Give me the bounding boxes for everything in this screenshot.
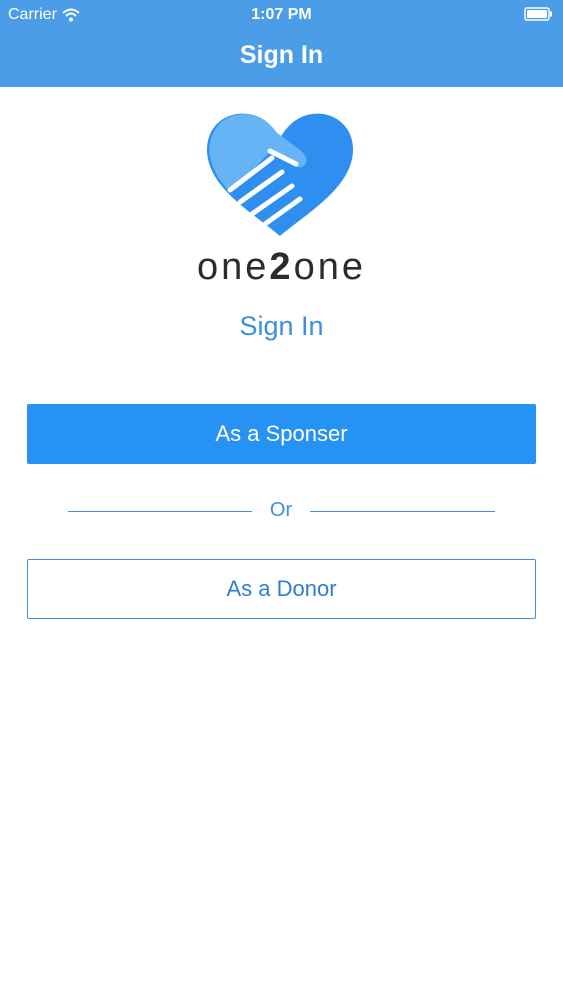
page-title: Sign In (239, 41, 324, 69)
sign-in-screen: Carrier 1:07 PM Sign In one2one Sign In … (0, 0, 563, 1000)
brand-suffix: one (293, 246, 366, 288)
navigation-bar: Carrier 1:07 PM Sign In (0, 0, 563, 87)
divider-right (310, 511, 495, 512)
sign-in-donor-button[interactable]: As a Donor (27, 559, 536, 619)
brand-number: 2 (269, 246, 294, 288)
brand-wordmark: one2one (0, 246, 563, 289)
status-bar: Carrier 1:07 PM (0, 0, 563, 30)
battery-icon (524, 7, 552, 21)
brand-prefix: one (197, 246, 270, 288)
clock: 1:07 PM (251, 6, 312, 23)
sign-in-heading: Sign In (239, 311, 324, 341)
divider-label: Or (269, 499, 293, 521)
sign-in-sponsor-button[interactable]: As a Sponser (27, 404, 536, 464)
divider-left (68, 511, 252, 512)
heart-handshake-logo-icon (206, 113, 354, 236)
